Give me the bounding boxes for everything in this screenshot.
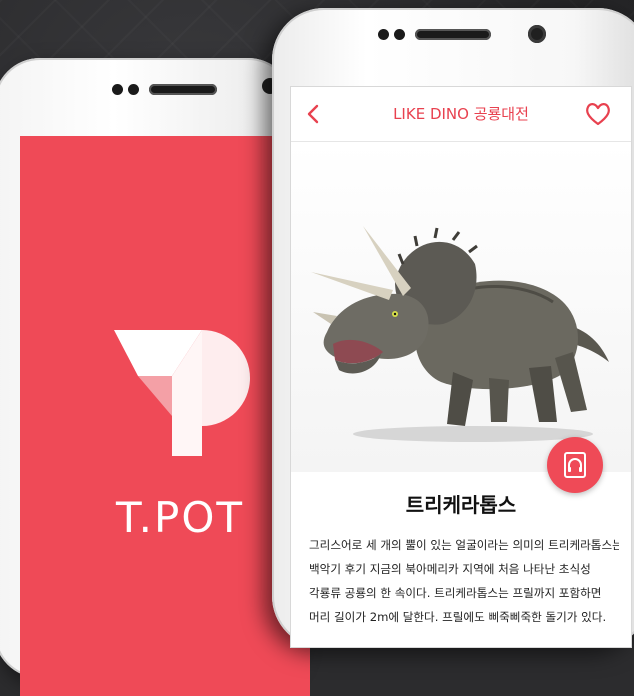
heart-icon bbox=[586, 103, 610, 126]
front-camera bbox=[528, 25, 546, 43]
splash-screen: T.POT bbox=[20, 136, 310, 696]
dinosaur-description: 그리스어로 세 개의 뿔이 있는 얼굴이라는 의미의 트리케라톱스는 백악기 후… bbox=[309, 533, 619, 629]
dino-detail-screen: LIKE DINO 공룡대전 트리케라톱스 그리스어로 세 개의 뿔이 있는 얼… bbox=[290, 86, 632, 648]
sensor-dot bbox=[112, 84, 123, 95]
header-title: LIKE DINO 공룡대전 bbox=[393, 105, 529, 123]
audio-guide-button[interactable] bbox=[547, 437, 603, 493]
sensor-dots bbox=[112, 84, 139, 95]
sensor-dot bbox=[128, 84, 139, 95]
app-header: LIKE DINO 공룡대전 bbox=[291, 87, 631, 142]
favorite-button[interactable] bbox=[583, 100, 613, 128]
tpot-logo-icon bbox=[114, 330, 250, 456]
sensor-dots bbox=[378, 29, 405, 40]
triceratops-image bbox=[311, 226, 609, 442]
sensor-dot bbox=[378, 29, 389, 40]
headphones-book-icon bbox=[564, 452, 586, 478]
description-line: 백악기 후기 지금의 북아메리카 지역에 처음 나타난 초식성 bbox=[309, 562, 591, 576]
speaker-grille bbox=[415, 29, 491, 40]
description-line: 머리 길이가 2m에 달한다. 프릴에도 삐죽삐죽한 돌기가 있다. bbox=[309, 610, 607, 624]
right-phone: LIKE DINO 공룡대전 트리케라톱스 그리스어로 세 개의 뿔이 있는 얼… bbox=[272, 8, 634, 648]
dino-hero-image bbox=[291, 142, 631, 472]
description-line: 각룡류 공룡의 한 속이다. 트리케라톱스는 프릴까지 포함하면 bbox=[309, 586, 602, 600]
dinosaur-name: 트리케라톱스 bbox=[405, 493, 517, 517]
brand-name: T.POT bbox=[116, 493, 245, 542]
description-line: 그리스어로 세 개의 뿔이 있는 얼굴이라는 의미의 트리케라톱스는 bbox=[309, 538, 619, 552]
sensor-dot bbox=[394, 29, 405, 40]
speaker-grille bbox=[149, 84, 217, 95]
